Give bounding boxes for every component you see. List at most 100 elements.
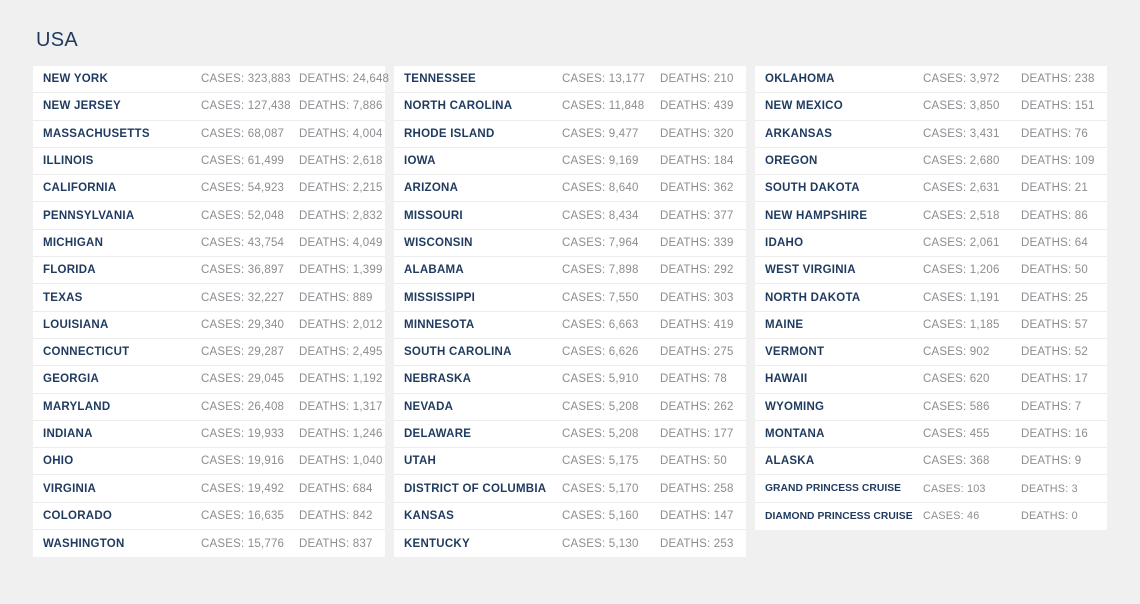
table-row[interactable]: FLORIDA CASES: 36,897 DEATHS: 1,399 [33, 257, 385, 285]
table-row[interactable]: SOUTH CAROLINA CASES: 6,626 DEATHS: 275 [394, 338, 746, 367]
cases-value: CASES: 32,227 [201, 291, 285, 304]
table-row[interactable]: TEXAS CASES: 32,227 DEATHS: 889 [33, 284, 385, 312]
table-row[interactable]: NORTH CAROLINA CASES: 11,848 DEATHS: 439 [394, 93, 746, 121]
cases-value: CASES: 29,287 [201, 346, 285, 359]
table-row[interactable]: SOUTH DAKOTA CASES: 2,631 DEATHS: 21 [755, 175, 1107, 203]
table-row[interactable]: MINNESOTA CASES: 6,663 DEATHS: 419 [394, 311, 746, 339]
deaths-value: DEATHS: 64 [1021, 236, 1088, 249]
table-row[interactable]: OREGON CASES: 2,680 DEATHS: 109 [755, 147, 1107, 176]
deaths-value: DEATHS: 258 [660, 482, 734, 495]
cases-value: CASES: 9,477 [562, 127, 639, 140]
state-name: VERMONT [765, 346, 825, 359]
table-row[interactable]: ARIZONA CASES: 8,640 DEATHS: 362 [394, 175, 746, 203]
table-row[interactable]: VERMONT CASES: 902 DEATHS: 52 [755, 338, 1107, 367]
table-row[interactable]: CALIFORNIA CASES: 54,923 DEATHS: 2,215 [33, 175, 385, 203]
table-row[interactable]: MASSACHUSETTS CASES: 68,087 DEATHS: 4,004 [33, 120, 385, 148]
table-row[interactable]: MAINE CASES: 1,185 DEATHS: 57 [755, 311, 1107, 339]
table-row[interactable]: ILLINOIS CASES: 61,499 DEATHS: 2,618 [33, 147, 385, 176]
deaths-value: DEATHS: 21 [1021, 182, 1088, 195]
table-row[interactable]: UTAH CASES: 5,175 DEATHS: 50 [394, 448, 746, 476]
table-row[interactable]: OKLAHOMA CASES: 3,972 DEATHS: 238 [755, 66, 1107, 94]
table-row[interactable]: WEST VIRGINIA CASES: 1,206 DEATHS: 50 [755, 257, 1107, 285]
deaths-value: DEATHS: 50 [660, 455, 727, 468]
table-row[interactable]: MICHIGAN CASES: 43,754 DEATHS: 4,049 [33, 229, 385, 258]
deaths-value: DEATHS: 147 [660, 509, 734, 522]
table-row[interactable]: GEORGIA CASES: 29,045 DEATHS: 1,192 [33, 366, 385, 394]
table-row[interactable]: NEW YORK CASES: 323,883 DEATHS: 24,648 [33, 66, 389, 94]
deaths-value: DEATHS: 25 [1021, 291, 1088, 304]
table-row[interactable]: IOWA CASES: 9,169 DEATHS: 184 [394, 147, 746, 176]
table-row[interactable]: TENNESSEE CASES: 13,177 DEATHS: 210 [394, 66, 746, 94]
state-name: KANSAS [404, 509, 455, 522]
cases-value: CASES: 52,048 [201, 209, 285, 222]
cases-value: CASES: 2,631 [923, 182, 1000, 195]
table-row[interactable]: IDAHO CASES: 2,061 DEATHS: 64 [755, 229, 1107, 258]
page-title: USA [36, 29, 79, 51]
cases-value: CASES: 11,848 [562, 100, 645, 113]
table-row[interactable]: DIAMOND PRINCESS CRUISE CASES: 46 DEATHS: … [755, 502, 1107, 531]
table-row[interactable]: COLORADO CASES: 16,635 DEATHS: 842 [33, 502, 385, 531]
table-row[interactable]: CONNECTICUT CASES: 29,287 DEATHS: 2,495 [33, 338, 385, 367]
cases-value: CASES: 29,340 [201, 318, 285, 331]
cases-value: CASES: 13,177 [562, 73, 646, 86]
deaths-value: DEATHS: 9 [1021, 455, 1082, 468]
table-row[interactable]: GRAND PRINCESS CRUISE CASES: 103 DEATHS: 3 [755, 475, 1107, 503]
state-name: SOUTH DAKOTA [765, 182, 860, 195]
cases-value: CASES: 586 [923, 400, 990, 413]
table-row[interactable]: DISTRICT OF COLUMBIA CASES: 5,170 DEATHS: … [394, 475, 746, 503]
deaths-value: DEATHS: 2,215 [299, 182, 383, 195]
cases-value: CASES: 368 [923, 455, 990, 468]
table-row[interactable]: MISSISSIPPI CASES: 7,550 DEATHS: 303 [394, 284, 746, 312]
table-row[interactable]: MONTANA CASES: 455 DEATHS: 16 [755, 420, 1107, 449]
table-row[interactable]: VIRGINIA CASES: 19,492 DEATHS: 684 [33, 475, 385, 503]
deaths-value: DEATHS: 339 [660, 236, 734, 249]
table-row[interactable]: LOUISIANA CASES: 29,340 DEATHS: 2,012 [33, 311, 385, 339]
deaths-value: DEATHS: 3 [1021, 482, 1078, 495]
state-name: SOUTH CAROLINA [404, 346, 512, 359]
state-name: MARYLAND [43, 400, 111, 413]
state-name: KENTUCKY [404, 537, 470, 550]
deaths-value: DEATHS: 292 [660, 264, 734, 277]
deaths-value: DEATHS: 7 [1021, 400, 1082, 413]
state-name: NEVADA [404, 400, 454, 413]
table-row[interactable]: KANSAS CASES: 5,160 DEATHS: 147 [394, 502, 746, 531]
table-row[interactable]: NEBRASKA CASES: 5,910 DEATHS: 78 [394, 366, 746, 394]
table-row[interactable]: OHIO CASES: 19,916 DEATHS: 1,040 [33, 448, 385, 476]
state-name: ALASKA [765, 455, 815, 468]
state-name: ARKANSAS [765, 127, 833, 140]
table-row[interactable]: NORTH DAKOTA CASES: 1,191 DEATHS: 25 [755, 284, 1107, 312]
state-name: WASHINGTON [43, 537, 125, 550]
table-row[interactable]: NEW HAMPSHIRE CASES: 2,518 DEATHS: 86 [755, 202, 1107, 230]
cases-value: CASES: 46 [923, 510, 980, 523]
state-name: MASSACHUSETTS [43, 127, 150, 140]
table-row[interactable]: NEVADA CASES: 5,208 DEATHS: 262 [394, 393, 746, 421]
deaths-value: DEATHS: 1,399 [299, 264, 383, 277]
deaths-value: DEATHS: 17 [1021, 373, 1088, 386]
cases-value: CASES: 54,923 [201, 182, 285, 195]
table-row[interactable]: ALASKA CASES: 368 DEATHS: 9 [755, 448, 1107, 476]
table-row[interactable]: WASHINGTON CASES: 15,776 DEATHS: 837 [33, 530, 385, 558]
deaths-value: DEATHS: 262 [660, 400, 734, 413]
table-row[interactable]: MISSOURI CASES: 8,434 DEATHS: 377 [394, 202, 746, 230]
cases-value: CASES: 5,910 [562, 373, 639, 386]
deaths-value: DEATHS: 16 [1021, 428, 1088, 440]
table-row[interactable]: ALABAMA CASES: 7,898 DEATHS: 292 [394, 257, 746, 285]
table-row[interactable]: ARKANSAS CASES: 3,431 DEATHS: 76 [755, 120, 1107, 148]
table-row[interactable]: HAWAII CASES: 620 DEATHS: 17 [755, 366, 1107, 394]
table-row[interactable]: WYOMING CASES: 586 DEATHS: 7 [755, 393, 1107, 421]
cases-value: CASES: 5,170 [562, 482, 639, 495]
table-row[interactable]: NEW JERSEY CASES: 127,438 DEATHS: 7,886 [33, 93, 385, 121]
table-row[interactable]: DELAWARE CASES: 5,208 DEATHS: 177 [394, 420, 746, 449]
state-column: TENNESSEE CASES: 13,177 DEATHS: 210 NORTH C… [394, 66, 746, 558]
cases-value: CASES: 1,185 [923, 318, 1000, 331]
state-name: WEST VIRGINIA [765, 264, 856, 277]
table-row[interactable]: NEW MEXICO CASES: 3,850 DEATHS: 151 [755, 93, 1107, 121]
state-name: OHIO [43, 455, 74, 468]
state-column: NEW YORK CASES: 323,883 DEATHS: 24,648 NEW … [33, 66, 389, 558]
table-row[interactable]: INDIANA CASES: 19,933 DEATHS: 1,246 [33, 420, 385, 449]
table-row[interactable]: PENNSYLVANIA CASES: 52,048 DEATHS: 2,832 [33, 202, 385, 230]
table-row[interactable]: RHODE ISLAND CASES: 9,477 DEATHS: 320 [394, 120, 746, 148]
table-row[interactable]: MARYLAND CASES: 26,408 DEATHS: 1,317 [33, 393, 385, 421]
table-row[interactable]: WISCONSIN CASES: 7,964 DEATHS: 339 [394, 229, 746, 258]
table-row[interactable]: KENTUCKY CASES: 5,130 DEATHS: 253 [394, 530, 746, 558]
